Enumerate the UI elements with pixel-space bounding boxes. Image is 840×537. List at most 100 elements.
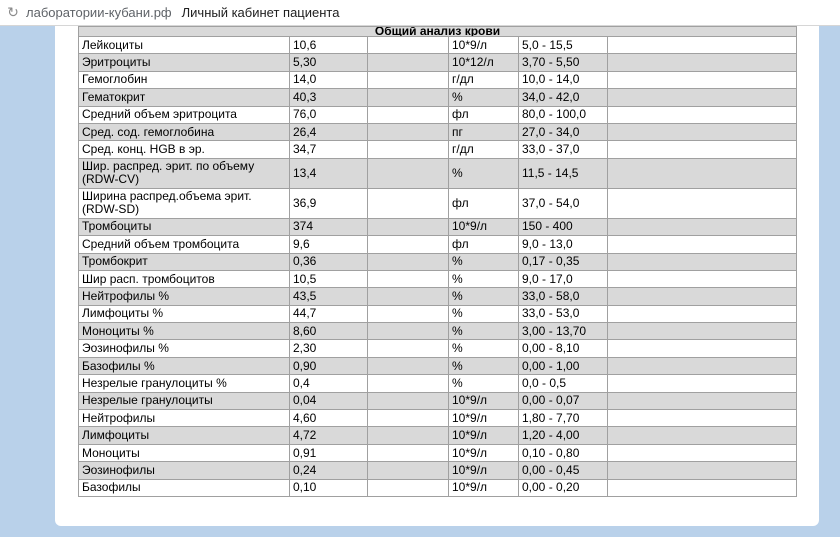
table-row: Гемоглобин 14,0 г/дл 10,0 - 14,0 (78, 70, 797, 90)
test-name-cell: Эритроциты (78, 53, 290, 72)
reference-range-cell: 0,00 - 0,45 (518, 461, 608, 480)
flag-cell (367, 409, 449, 428)
table-row: Тромбокрит 0,36% 0,17 - 0,35 (78, 252, 797, 271)
unit-cell: пг (448, 122, 519, 142)
table-row: Незрелые гранулоциты % 0,4% 0,0 - 0,5 (78, 374, 797, 393)
result-value-cell: 13,4 (289, 157, 368, 189)
comment-cell (607, 391, 797, 411)
flag-cell (367, 105, 449, 124)
comment-cell (607, 140, 797, 159)
reference-range-cell: 11,5 - 14,5 (518, 157, 608, 189)
unit-cell: 10*9/л (448, 217, 519, 237)
unit-cell: 10*9/л (448, 443, 519, 463)
table-row: Сред. конц. HGB в эр. 34,7 г/дл 33,0 - 37,0 (78, 140, 797, 159)
result-value-cell: 0,36 (289, 252, 368, 271)
result-value-cell: 374 (289, 217, 368, 237)
flag-cell (367, 122, 449, 142)
reference-range-cell: 0,10 - 0,80 (518, 443, 608, 463)
result-value-cell: 0,24 (289, 461, 368, 480)
flag-cell (367, 322, 449, 341)
table-row: Шир расп. тромбоцитов 10,5% 9,0 - 17,0 (78, 269, 797, 289)
reference-range-cell: 3,00 - 13,70 (518, 322, 608, 341)
url-domain: лаборатории-кубани.рф (26, 5, 172, 20)
unit-cell: % (448, 287, 519, 306)
comment-cell (607, 269, 797, 289)
reference-range-cell: 150 - 400 (518, 217, 608, 237)
reload-icon[interactable]: ↻ (0, 4, 26, 21)
flag-cell (367, 426, 449, 445)
comment-cell (607, 478, 797, 497)
result-value-cell: 4,72 (289, 426, 368, 445)
reference-range-cell: 0,00 - 1,00 (518, 356, 608, 376)
flag-cell (367, 339, 449, 358)
result-value-cell: 10,6 (289, 35, 368, 55)
comment-cell (607, 409, 797, 428)
comment-cell (607, 35, 797, 55)
unit-cell: 10*9/л (448, 426, 519, 445)
section-title: Общий анализ крови (78, 26, 797, 37)
test-name-cell: Незрелые гранулоциты % (78, 374, 290, 393)
test-name-cell: Средний объем тромбоцита (78, 235, 290, 254)
reference-range-cell: 0,00 - 0,07 (518, 391, 608, 411)
table-row: Эозинофилы 0,24 10*9/л 0,00 - 0,45 (78, 461, 797, 480)
flag-cell (367, 391, 449, 411)
reference-range-cell: 1,80 - 7,70 (518, 409, 608, 428)
result-value-cell: 36,9 (289, 187, 368, 219)
comment-cell (607, 374, 797, 393)
result-value-cell: 26,4 (289, 122, 368, 142)
comment-cell (607, 322, 797, 341)
result-value-cell: 9,6 (289, 235, 368, 254)
unit-cell: г/дл (448, 70, 519, 90)
flag-cell (367, 461, 449, 480)
test-name-cell: Эозинофилы % (78, 339, 290, 358)
table-row: Лимфоциты % 44,7% 33,0 - 53,0 (78, 304, 797, 324)
result-value-cell: 44,7 (289, 304, 368, 324)
comment-cell (607, 304, 797, 324)
table-row: Сред. сод. гемоглобина 26,4 пг 27,0 - 34,0 (78, 122, 797, 142)
result-value-cell: 0,4 (289, 374, 368, 393)
comment-cell (607, 426, 797, 445)
comment-cell (607, 70, 797, 90)
table-row: Нейтрофилы 4,60 10*9/л 1,80 - 7,70 (78, 409, 797, 428)
comment-cell (607, 339, 797, 358)
table-row: Эозинофилы % 2,30% 0,00 - 8,10 (78, 339, 797, 358)
flag-cell (367, 187, 449, 219)
unit-cell: % (448, 88, 519, 107)
result-value-cell: 34,7 (289, 140, 368, 159)
unit-cell: фл (448, 235, 519, 254)
table-row: Шир. распред. эрит. по объему (RDW-CV) 13… (78, 157, 797, 189)
flag-cell (367, 70, 449, 90)
table-row: Средний объем тромбоцита 9,6 фл 9,0 - 13,0 (78, 235, 797, 254)
flag-cell (367, 140, 449, 159)
unit-cell: % (448, 374, 519, 393)
comment-cell (607, 217, 797, 237)
reference-range-cell: 9,0 - 13,0 (518, 235, 608, 254)
test-name-cell: Лейкоциты (78, 35, 290, 55)
unit-cell: % (448, 269, 519, 289)
table-row: Базофилы 0,10 10*9/л 0,00 - 0,20 (78, 478, 797, 497)
flag-cell (367, 269, 449, 289)
result-value-cell: 0,10 (289, 478, 368, 497)
comment-cell (607, 187, 797, 219)
comment-cell (607, 461, 797, 480)
section-header-row: Общий анализ крови (78, 26, 797, 37)
result-value-cell: 10,5 (289, 269, 368, 289)
result-value-cell: 76,0 (289, 105, 368, 124)
test-name-cell: Моноциты (78, 443, 290, 463)
reference-range-cell: 34,0 - 42,0 (518, 88, 608, 107)
browser-address-bar[interactable]: ↻ лаборатории-кубани.рф Личный кабинет п… (0, 0, 840, 26)
unit-cell: 10*9/л (448, 478, 519, 497)
reference-range-cell: 33,0 - 37,0 (518, 140, 608, 159)
test-name-cell: Лимфоциты % (78, 304, 290, 324)
table-row: Тромбоциты 374 10*9/л 150 - 400 (78, 217, 797, 237)
table-row: Базофилы % 0,90% 0,00 - 1,00 (78, 356, 797, 376)
test-name-cell: Нейтрофилы % (78, 287, 290, 306)
table-row: Моноциты % 8,60% 3,00 - 13,70 (78, 322, 797, 341)
comment-cell (607, 287, 797, 306)
blood-test-table: Общий анализ крови Лейкоциты 10,6 10*9/л 5,… (78, 26, 797, 497)
result-value-cell: 40,3 (289, 88, 368, 107)
test-name-cell: Гемоглобин (78, 70, 290, 90)
flag-cell (367, 252, 449, 271)
unit-cell: % (448, 252, 519, 271)
page-title: Личный кабинет пациента (181, 5, 340, 20)
